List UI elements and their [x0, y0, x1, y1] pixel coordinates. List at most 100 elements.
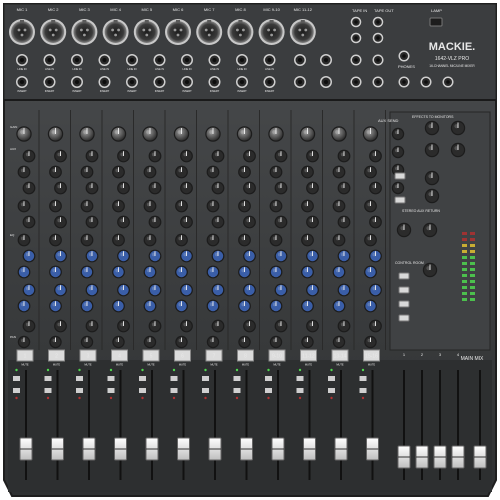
knob-ch5-r5[interactable]	[143, 199, 157, 213]
tape-jack-1[interactable]	[350, 16, 362, 28]
tape-jack-3[interactable]	[372, 16, 384, 28]
knob-ch6-r8[interactable]	[180, 249, 193, 263]
knob-ch9-r6[interactable]	[274, 215, 288, 229]
knob-ch4-r3[interactable]	[112, 165, 125, 179]
output-jack-7[interactable]	[420, 76, 432, 88]
mute-button[interactable]	[328, 376, 335, 381]
insert-jack-4[interactable]	[98, 76, 111, 88]
knob-ch12-r5[interactable]	[364, 199, 377, 213]
knob-ch9-r11[interactable]	[269, 299, 283, 313]
knob-ch10-r8[interactable]	[306, 249, 319, 263]
knob-ch9-r12[interactable]	[274, 319, 288, 333]
pan-knob-ch10[interactable]	[301, 335, 314, 349]
master-button-4[interactable]	[398, 286, 410, 294]
knob-ch10-r3[interactable]	[301, 165, 314, 179]
knob-ch1-r3[interactable]	[17, 165, 31, 179]
knob-ch1-r12[interactable]	[22, 319, 36, 333]
control-room-knob-3[interactable]	[422, 262, 438, 278]
insert-jack-5[interactable]	[126, 76, 138, 88]
knob-ch1-r6[interactable]	[22, 215, 36, 229]
knob-ch9-r5[interactable]	[269, 199, 283, 213]
knob-ch5-r7[interactable]	[143, 233, 157, 247]
knob-ch4-r9[interactable]	[112, 265, 125, 279]
knob-ch5-r11[interactable]	[143, 299, 157, 313]
xlr-input-8[interactable]	[227, 19, 254, 45]
knob-ch4-r1[interactable]	[110, 126, 127, 142]
knob-ch3-r6[interactable]	[85, 215, 99, 229]
xlr-input-3[interactable]	[71, 19, 98, 45]
knob-ch12-r3[interactable]	[364, 165, 377, 179]
knob-ch12-r8[interactable]	[369, 249, 382, 263]
knob-ch11-r4[interactable]	[337, 181, 351, 195]
knob-ch5-r12[interactable]	[148, 319, 162, 333]
knob-ch3-r10[interactable]	[85, 283, 99, 297]
knob-ch8-r5[interactable]	[238, 199, 251, 213]
mute-button[interactable]	[170, 376, 178, 381]
knob-ch11-r1[interactable]	[331, 126, 347, 142]
pan-knob-ch8[interactable]	[238, 335, 251, 349]
knob-ch7-r5[interactable]	[206, 199, 220, 213]
knob-ch3-r4[interactable]	[85, 181, 99, 195]
pan-knob-ch4[interactable]	[112, 335, 125, 349]
effects-knob-3[interactable]	[424, 142, 440, 158]
xlr-input-6[interactable]	[165, 19, 191, 45]
knob-ch12-r2[interactable]	[369, 149, 382, 163]
knob-ch7-r4[interactable]	[211, 181, 225, 195]
knob-ch8-r9[interactable]	[238, 265, 251, 279]
line-in-jack-8[interactable]	[208, 54, 221, 66]
knob-ch2-r12[interactable]	[54, 319, 67, 333]
output-jack-5[interactable]	[398, 50, 410, 62]
aux-send-knob-1[interactable]	[391, 127, 405, 141]
knob-ch4-r7[interactable]	[112, 233, 125, 247]
mute-button[interactable]	[233, 376, 241, 381]
knob-ch12-r10[interactable]	[369, 283, 382, 297]
knob-ch4-r6[interactable]	[117, 215, 130, 229]
knob-ch6-r12[interactable]	[180, 319, 193, 333]
solo-button[interactable]	[233, 388, 241, 393]
knob-ch10-r9[interactable]	[301, 265, 314, 279]
knob-ch7-r3[interactable]	[206, 165, 220, 179]
knob-ch6-r6[interactable]	[180, 215, 193, 229]
solo-button[interactable]	[202, 388, 209, 393]
knob-ch1-r11[interactable]	[17, 299, 31, 313]
knob-ch8-r2[interactable]	[243, 149, 256, 163]
knob-ch6-r1[interactable]	[173, 126, 190, 142]
knob-ch10-r4[interactable]	[306, 181, 319, 195]
solo-button[interactable]	[139, 388, 146, 393]
knob-ch6-r11[interactable]	[175, 299, 188, 313]
knob-ch3-r5[interactable]	[80, 199, 94, 213]
knob-ch11-r9[interactable]	[332, 265, 346, 279]
knob-ch5-r2[interactable]	[148, 149, 162, 163]
solo-button[interactable]	[296, 388, 304, 393]
knob-ch9-r4[interactable]	[274, 181, 288, 195]
pan-knob-ch12[interactable]	[364, 335, 377, 349]
knob-ch10-r6[interactable]	[306, 215, 319, 229]
knob-ch8-r7[interactable]	[238, 233, 251, 247]
knob-ch9-r1[interactable]	[268, 126, 284, 142]
xlr-input-9[interactable]	[258, 19, 285, 45]
knob-ch3-r8[interactable]	[85, 249, 99, 263]
knob-ch7-r11[interactable]	[206, 299, 220, 313]
knob-ch6-r5[interactable]	[175, 199, 188, 213]
knob-ch2-r6[interactable]	[54, 215, 67, 229]
knob-ch4-r2[interactable]	[117, 149, 130, 163]
control-room-knob-1[interactable]	[396, 222, 412, 238]
knob-ch1-r10[interactable]	[22, 283, 36, 297]
knob-ch11-r12[interactable]	[337, 319, 351, 333]
knob-ch3-r2[interactable]	[85, 149, 99, 163]
lamp-socket[interactable]	[429, 17, 443, 27]
knob-ch2-r7[interactable]	[49, 233, 62, 247]
knob-ch1-r2[interactable]	[22, 149, 36, 163]
mute-button[interactable]	[359, 376, 367, 381]
knob-ch6-r4[interactable]	[180, 181, 193, 195]
aux-return-knob-1[interactable]	[424, 170, 440, 186]
knob-ch2-r4[interactable]	[54, 181, 67, 195]
knob-ch10-r10[interactable]	[306, 283, 319, 297]
insert-jack-8[interactable]	[208, 76, 221, 88]
knob-ch5-r8[interactable]	[148, 249, 162, 263]
effects-knob-2[interactable]	[450, 120, 466, 136]
knob-ch10-r11[interactable]	[301, 299, 314, 313]
knob-ch12-r9[interactable]	[364, 265, 377, 279]
knob-ch12-r7[interactable]	[364, 233, 377, 247]
knob-ch7-r8[interactable]	[211, 249, 225, 263]
